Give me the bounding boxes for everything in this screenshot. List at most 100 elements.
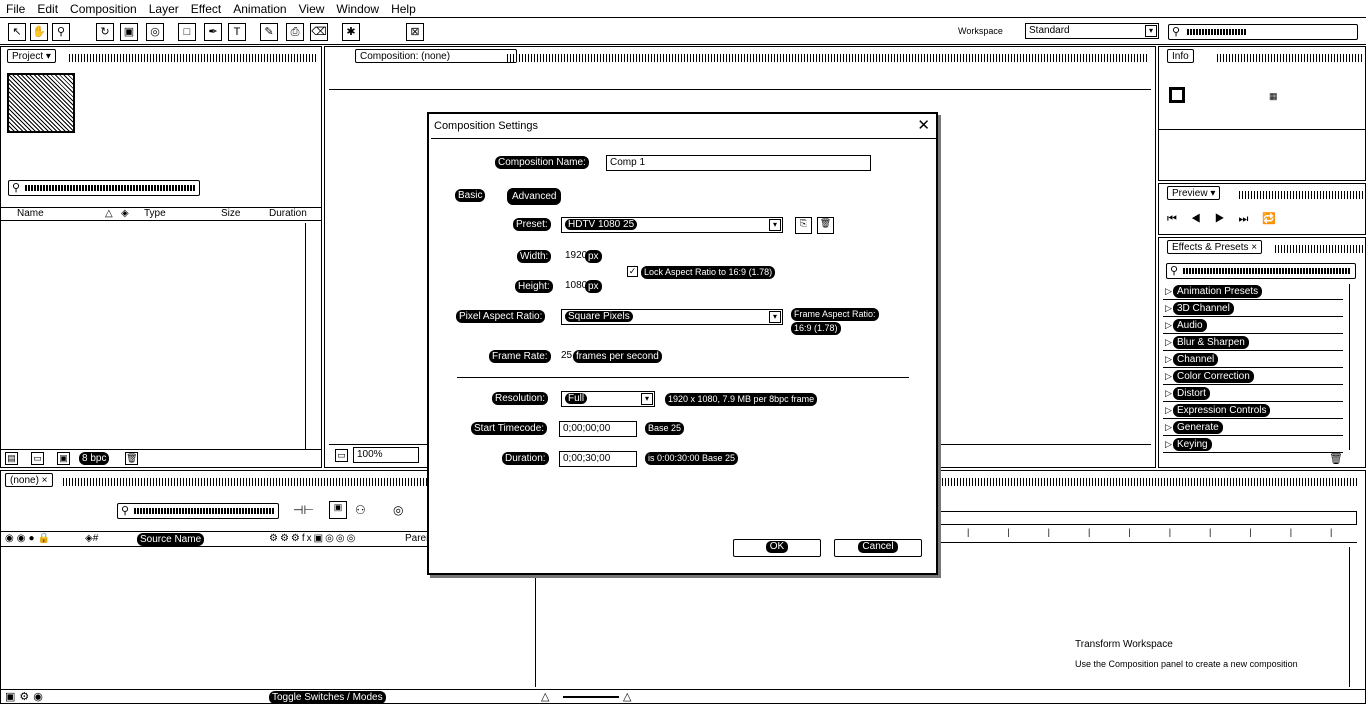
frame-rate-value[interactable]: 25 xyxy=(561,350,572,361)
effects-category-label: Blur & Sharpen xyxy=(1173,336,1249,349)
search-help-input[interactable]: ⚲ xyxy=(1168,24,1358,40)
effects-category-label: Animation Presets xyxy=(1173,285,1263,298)
menu-effect[interactable]: Effect xyxy=(185,2,227,16)
time-ruler: ||||||||||| xyxy=(937,527,1366,543)
hand-tool-icon[interactable]: ✋ xyxy=(30,23,48,41)
zoom-out-icon[interactable]: △ xyxy=(541,690,549,703)
bpc-button[interactable]: 8 bpc xyxy=(79,452,110,465)
pen-tool-icon[interactable]: ✒ xyxy=(204,23,222,41)
divider xyxy=(1159,129,1365,130)
tab-basic[interactable]: Basic xyxy=(455,189,486,202)
info-tab[interactable]: Info xyxy=(1167,49,1194,63)
camera-tool-icon[interactable]: ▣ xyxy=(120,23,138,41)
axis-mode-icon[interactable]: ⊠ xyxy=(406,23,424,41)
zoom-in-icon[interactable]: △ xyxy=(623,690,631,703)
motion-blur-icon[interactable]: ◎ xyxy=(393,503,403,517)
dialog-divider xyxy=(457,377,909,378)
composition-settings-dialog: Composition Settings ✕ Composition Name:… xyxy=(427,112,938,575)
always-preview-icon[interactable]: ▭ xyxy=(335,449,348,462)
lock-aspect-checkbox[interactable]: ✓ xyxy=(627,266,638,277)
composition-name-input[interactable]: Comp 1 xyxy=(606,155,871,171)
pan-behind-tool-icon[interactable]: ◎ xyxy=(146,23,164,41)
timeline-footer-icons[interactable]: ▣⚙◉ xyxy=(5,690,47,703)
source-name-column[interactable]: Source Name xyxy=(137,533,205,546)
toggle-switches-modes-button[interactable]: Toggle Switches / Modes xyxy=(269,691,386,704)
cancel-button[interactable]: Cancel xyxy=(834,539,922,557)
pixel-aspect-dropdown[interactable]: Square Pixels ▾ xyxy=(561,309,783,325)
menu-layer[interactable]: Layer xyxy=(143,2,185,16)
playback-controls[interactable]: ⏮◀▶⏭🔁 xyxy=(1167,212,1290,226)
delete-preset-icon[interactable]: 🗑 xyxy=(817,217,834,234)
effects-category-expression-controls[interactable]: ▷ Expression Controls xyxy=(1163,403,1343,419)
menu-composition[interactable]: Composition xyxy=(64,2,143,16)
selection-tool-icon[interactable]: ↖ xyxy=(8,23,26,41)
start-timecode-input[interactable]: 0;00;00;00 xyxy=(559,421,637,437)
expand-triangle-icon: ▷ xyxy=(1165,371,1172,381)
width-value[interactable]: 1920 xyxy=(565,250,587,261)
eraser-tool-icon[interactable]: ⌫ xyxy=(310,23,328,41)
zoom-slider[interactable] xyxy=(563,696,619,698)
effects-category-keying[interactable]: ▷ Keying xyxy=(1163,437,1343,453)
preset-dropdown[interactable]: HDTV 1080 25 ▾ xyxy=(561,217,783,233)
column-duration[interactable]: Duration xyxy=(269,208,307,219)
chevron-down-icon: ▾ xyxy=(769,311,781,323)
trash-icon[interactable]: 🗑 xyxy=(125,452,138,465)
timeline-scrollbar[interactable] xyxy=(1349,547,1363,687)
frame-aspect-label: Frame Aspect Ratio: xyxy=(791,308,879,321)
timeline-tab[interactable]: (none) × xyxy=(5,473,53,487)
comp-mini-flowchart-icon[interactable]: ⊣⊢ xyxy=(293,503,314,517)
project-tab[interactable]: Project ▾ xyxy=(7,49,56,63)
new-folder-icon[interactable]: ▭ xyxy=(31,452,44,465)
puppet-tool-icon[interactable]: ✱ xyxy=(342,23,360,41)
menu-view[interactable]: View xyxy=(293,2,331,16)
effects-scrollbar[interactable] xyxy=(1349,284,1363,450)
column-type[interactable]: Type xyxy=(144,208,166,219)
column-size[interactable]: Size xyxy=(221,208,240,219)
project-search-input[interactable]: ⚲ xyxy=(8,180,200,196)
workspace-dropdown[interactable]: Standard ▾ xyxy=(1025,23,1159,39)
search-help-placeholder xyxy=(1187,29,1247,35)
resolution-dropdown[interactable]: Full ▾ xyxy=(561,391,655,407)
time-navigator[interactable] xyxy=(937,511,1357,525)
effects-category-3d-channel[interactable]: ▷ 3D Channel xyxy=(1163,301,1343,317)
duration-input[interactable]: 0;00;30;00 xyxy=(559,451,637,467)
brush-tool-icon[interactable]: ✎ xyxy=(260,23,278,41)
tab-advanced[interactable]: Advanced xyxy=(507,188,562,205)
effects-category-generate[interactable]: ▷ Generate xyxy=(1163,420,1343,436)
mask-tool-icon[interactable]: □ xyxy=(178,23,196,41)
timeline-search-input[interactable]: ⚲ xyxy=(117,503,279,519)
close-icon[interactable]: ✕ xyxy=(917,116,930,134)
shy-layers-icon[interactable]: ⚇ xyxy=(355,503,366,517)
zoom-tool-icon[interactable]: ⚲ xyxy=(52,23,70,41)
effects-category-distort[interactable]: ▷ Distort xyxy=(1163,386,1343,402)
effects-presets-tab[interactable]: Effects & Presets × xyxy=(1167,240,1263,254)
draft-3d-icon[interactable]: ▣ xyxy=(329,501,347,519)
ok-button[interactable]: OK xyxy=(733,539,821,557)
effects-footer-icon[interactable]: 🗑 xyxy=(1329,452,1343,465)
menu-animation[interactable]: Animation xyxy=(227,2,292,16)
effects-category-blur-sharpen[interactable]: ▷ Blur & Sharpen xyxy=(1163,335,1343,351)
new-comp-icon[interactable]: ▣ xyxy=(57,452,70,465)
effects-category-channel[interactable]: ▷ Channel xyxy=(1163,352,1343,368)
search-placeholder xyxy=(134,508,274,514)
preview-tab[interactable]: Preview ▾ xyxy=(1167,186,1221,200)
effects-search-input[interactable]: ⚲ xyxy=(1166,263,1356,279)
workspace-label: Workspace xyxy=(958,26,1003,36)
save-preset-icon[interactable]: ⎘ xyxy=(795,217,812,234)
composition-tab[interactable]: Composition: (none) xyxy=(355,49,517,63)
text-tool-icon[interactable]: T xyxy=(228,23,246,41)
effects-category-animation-presets[interactable]: ▷ Animation Presets xyxy=(1163,284,1343,300)
interpret-footage-icon[interactable]: ▤ xyxy=(5,452,18,465)
rotate-tool-icon[interactable]: ↻ xyxy=(96,23,114,41)
project-scrollbar[interactable] xyxy=(305,223,319,449)
menu-file[interactable]: File xyxy=(0,2,31,16)
clone-stamp-tool-icon[interactable]: ⎙ xyxy=(286,23,304,41)
column-name[interactable]: Name xyxy=(17,208,44,219)
menu-help[interactable]: Help xyxy=(385,2,422,16)
zoom-dropdown[interactable]: 100% xyxy=(353,447,419,463)
menu-edit[interactable]: Edit xyxy=(31,2,64,16)
effects-category-color-correction[interactable]: ▷ Color Correction xyxy=(1163,369,1343,385)
height-value[interactable]: 1080 xyxy=(565,280,587,291)
menu-window[interactable]: Window xyxy=(330,2,385,16)
effects-category-audio[interactable]: ▷ Audio xyxy=(1163,318,1343,334)
